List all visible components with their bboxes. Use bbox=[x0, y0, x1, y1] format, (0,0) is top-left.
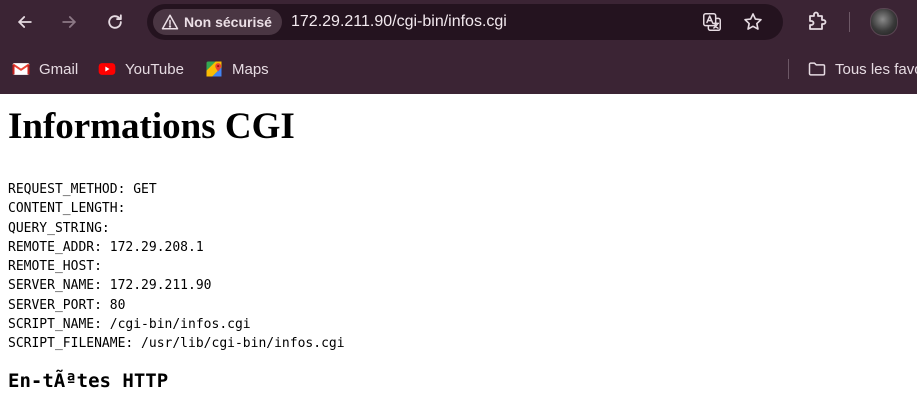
youtube-icon bbox=[98, 63, 116, 75]
cgi-variable: REQUEST_METHOD: GET bbox=[8, 182, 157, 197]
bookmark-gmail[interactable]: Gmail bbox=[11, 58, 78, 80]
translate-button[interactable] bbox=[701, 11, 723, 33]
bookmarks-divider bbox=[788, 59, 789, 79]
bookmark-label: YouTube bbox=[125, 60, 184, 78]
page-content: Informations CGI REQUEST_METHOD: GET CON… bbox=[0, 94, 917, 401]
reload-icon bbox=[108, 14, 122, 29]
browser-toolbar: Non sécurisé 172.29.211.90/cgi-bin/infos… bbox=[0, 0, 917, 44]
cgi-variable-list: REQUEST_METHOD: GET CONTENT_LENGTH: QUER… bbox=[8, 180, 345, 354]
arrow-left-icon bbox=[18, 16, 32, 28]
back-button[interactable] bbox=[10, 7, 40, 37]
bookmark-star-button[interactable] bbox=[742, 11, 764, 33]
url-text[interactable]: 172.29.211.90/cgi-bin/infos.cgi bbox=[291, 13, 507, 31]
bookmark-label: Maps bbox=[232, 60, 269, 78]
cgi-variable: QUERY_STRING: bbox=[8, 220, 110, 236]
star-icon bbox=[744, 13, 762, 30]
reload-button[interactable] bbox=[100, 7, 130, 37]
warning-icon bbox=[161, 14, 179, 30]
cgi-variable: SERVER_NAME: 172.29.211.90 bbox=[8, 278, 212, 294]
cgi-variable: CONTENT_LENGTH: bbox=[8, 201, 126, 217]
arrow-right-icon bbox=[62, 16, 76, 28]
cgi-variable: REMOTE_HOST: bbox=[8, 259, 102, 275]
extensions-button[interactable] bbox=[805, 9, 829, 33]
security-chip[interactable]: Non sécurisé bbox=[153, 9, 282, 35]
cgi-variable: SCRIPT_FILENAME: /usr/lib/cgi-bin/infos.… bbox=[8, 336, 345, 352]
cgi-variable: SCRIPT_NAME: /cgi-bin/infos.cgi bbox=[8, 317, 251, 333]
page-title: Informations CGI bbox=[8, 106, 295, 147]
maps-icon bbox=[206, 61, 222, 77]
cgi-variable: SERVER_PORT: 80 bbox=[8, 297, 126, 313]
folder-icon bbox=[808, 62, 826, 76]
puzzle-icon bbox=[809, 11, 827, 30]
cgi-variable: REMOTE_ADDR: 172.29.208.1 bbox=[8, 239, 204, 255]
toolbar-divider bbox=[849, 12, 850, 32]
security-label: Non sécurisé bbox=[184, 14, 272, 30]
bookmarks-bar: Gmail YouTube Maps Tous les favo bbox=[0, 44, 917, 94]
translate-icon bbox=[703, 13, 721, 31]
section-heading: En-tÃªtes HTTP bbox=[8, 370, 169, 392]
address-bar[interactable]: Non sécurisé 172.29.211.90/cgi-bin/infos… bbox=[147, 4, 783, 40]
all-bookmarks-button[interactable]: Tous les favo bbox=[807, 58, 917, 80]
bookmark-youtube[interactable]: YouTube bbox=[97, 58, 184, 80]
gmail-icon bbox=[12, 63, 30, 75]
bookmark-maps[interactable]: Maps bbox=[204, 58, 269, 80]
forward-button[interactable] bbox=[54, 7, 84, 37]
all-bookmarks-label: Tous les favo bbox=[835, 60, 917, 78]
profile-avatar[interactable] bbox=[870, 8, 898, 36]
bookmark-label: Gmail bbox=[39, 60, 79, 78]
